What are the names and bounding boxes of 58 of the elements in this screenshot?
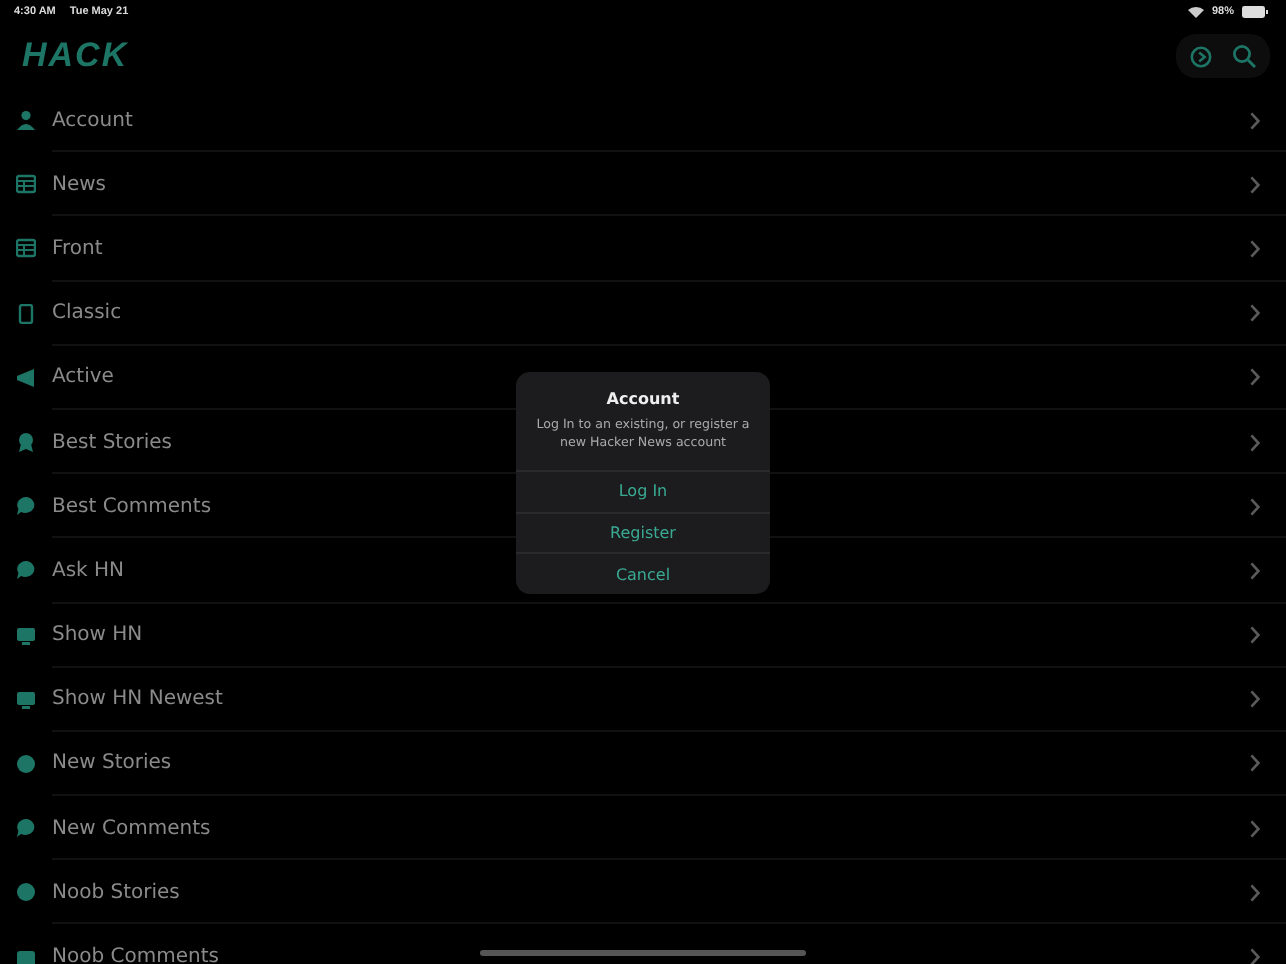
chevron-icon (1250, 819, 1260, 838)
chevron-icon (1250, 304, 1260, 323)
chevron-icon (1250, 497, 1260, 516)
menu-item-label: Active (52, 366, 114, 389)
menu-item[interactable]: Account (0, 88, 1286, 153)
menu-item-label: Noob Comments (52, 946, 219, 964)
battery-icon (1242, 6, 1268, 18)
chevron-icon (1250, 111, 1260, 130)
menu-item[interactable]: Show HN Newest (0, 667, 1286, 732)
menu-item[interactable]: Show HN (0, 603, 1286, 668)
play-icon[interactable] (1190, 45, 1212, 67)
menu-item[interactable]: New Stories (0, 731, 1286, 797)
menu-item-label: Account (52, 109, 133, 132)
chat-bubble-icon (16, 818, 36, 839)
chevron-icon (1250, 883, 1260, 902)
chevron-icon (1250, 690, 1260, 709)
menu-item[interactable]: New Comments (0, 796, 1286, 861)
screen-icon (16, 689, 36, 710)
chevron-icon (1250, 754, 1260, 773)
menu-item-label: Show HN (52, 624, 143, 647)
chevron-icon (1250, 368, 1260, 387)
chevron-icon (1250, 626, 1260, 645)
menu-item-label: News (52, 173, 107, 196)
menu-item[interactable]: Front (0, 216, 1286, 282)
dialog-action-button[interactable]: Log In (516, 469, 770, 512)
phone-icon (16, 303, 36, 324)
menu-item-label: Classic (52, 302, 122, 325)
question-bubble-icon (16, 560, 36, 581)
dialog-action-button[interactable]: Register (516, 511, 770, 553)
grid-icon (16, 174, 36, 195)
dialog-title: Account (604, 388, 682, 412)
chevron-icon (1250, 239, 1260, 258)
chevron-icon (1250, 175, 1260, 194)
chevron-icon (1250, 433, 1260, 452)
megaphone-icon (16, 367, 36, 388)
app-logo: HACK (22, 36, 129, 76)
menu-item[interactable]: Classic (0, 281, 1286, 346)
menu-item-label: Show HN Newest (52, 688, 223, 711)
box-icon (16, 947, 36, 964)
menu-item-label: Front (52, 237, 103, 260)
search-icon[interactable] (1232, 44, 1256, 68)
ribbon-icon (16, 432, 36, 453)
menu-item-label: Ask HN (52, 559, 125, 582)
chevron-icon (1250, 561, 1260, 580)
dialog-action-button[interactable]: Cancel (516, 552, 770, 594)
menu-item-label: Best Comments (52, 495, 212, 518)
person-icon (16, 110, 36, 131)
chat-bubble-icon (16, 496, 36, 517)
wifi-icon (1187, 6, 1204, 18)
circle-icon (16, 753, 36, 774)
menu-item-label: Best Stories (52, 431, 172, 454)
screen-icon (16, 625, 36, 646)
chevron-icon (1250, 948, 1260, 964)
menu-item[interactable]: News (0, 152, 1286, 217)
menu-item[interactable]: Noob Stories (0, 860, 1286, 925)
menu-item-label: New Comments (52, 817, 211, 840)
menu-item-label: New Stories (52, 752, 172, 775)
menu-item-label: Noob Stories (52, 881, 180, 904)
